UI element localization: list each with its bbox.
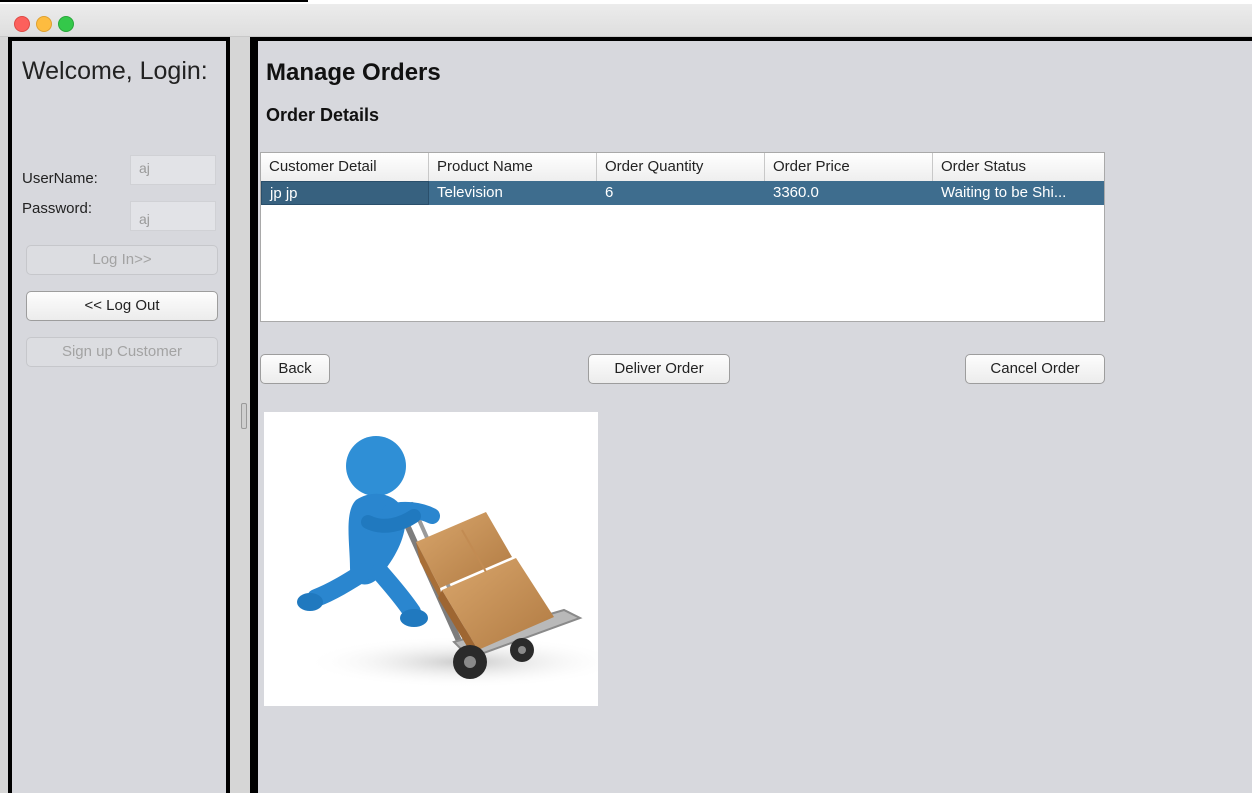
section-title: Order Details <box>266 105 380 125</box>
column-header[interactable]: Order Price <box>765 153 933 181</box>
username-label: UserName: <box>22 170 98 187</box>
top-edge-line <box>0 0 308 2</box>
table-cell[interactable]: 6 <box>597 181 765 205</box>
manage-orders-panel: Manage Orders Order Details Customer Det… <box>250 37 1252 793</box>
table-cell[interactable]: jp jp <box>261 181 429 205</box>
column-header[interactable]: Product Name <box>429 153 597 181</box>
minimize-window-icon[interactable] <box>36 16 52 32</box>
cancel-order-button[interactable]: Cancel Order <box>965 354 1105 384</box>
table-cell[interactable]: Television <box>429 181 597 205</box>
column-header[interactable]: Customer Detail <box>261 153 429 181</box>
login-button[interactable]: Log In>> <box>26 245 218 275</box>
delivery-illustration <box>264 412 598 706</box>
divider-grip-icon[interactable] <box>241 403 247 429</box>
orders-table: Customer Detail Product Name Order Quant… <box>260 152 1105 322</box>
table-cell[interactable]: Waiting to be Shi... <box>933 181 1104 205</box>
table-cell[interactable]: 3360.0 <box>765 181 933 205</box>
page-title: Manage Orders <box>266 59 441 86</box>
table-row-selected[interactable]: jp jp Television 6 3360.0 Waiting to be … <box>261 181 1104 205</box>
welcome-heading: Welcome, Login: <box>22 57 208 85</box>
login-panel: Welcome, Login: UserName: aj Password: a… <box>8 37 230 793</box>
password-label: Password: <box>22 200 93 217</box>
logout-button[interactable]: << Log Out <box>26 291 218 321</box>
close-window-icon[interactable] <box>14 16 30 32</box>
table-header: Customer Detail Product Name Order Quant… <box>261 153 1104 182</box>
delivery-person-icon <box>297 436 598 688</box>
window-titlebar <box>0 4 1252 37</box>
column-header[interactable]: Order Status <box>933 153 1104 181</box>
back-button[interactable]: Back <box>260 354 330 384</box>
column-header[interactable]: Order Quantity <box>597 153 765 181</box>
signup-customer-button[interactable]: Sign up Customer <box>26 337 218 367</box>
app-window: Welcome, Login: UserName: aj Password: a… <box>0 37 1252 793</box>
password-field[interactable]: aj <box>130 201 216 231</box>
zoom-window-icon[interactable] <box>58 16 74 32</box>
username-field[interactable]: aj <box>130 155 216 185</box>
deliver-order-button[interactable]: Deliver Order <box>588 354 730 384</box>
